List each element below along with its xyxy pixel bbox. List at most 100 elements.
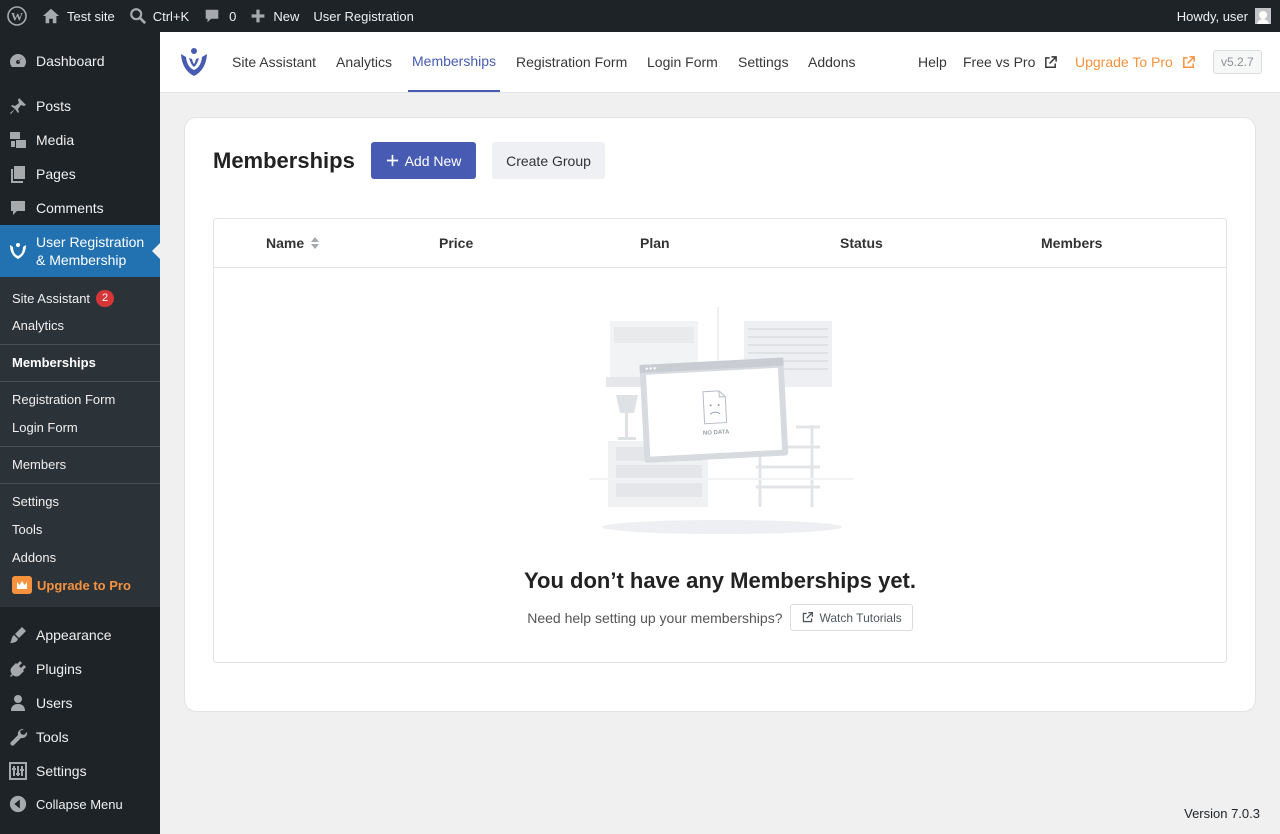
plus-icon xyxy=(252,9,265,23)
free-vs-pro-link[interactable]: Free vs Pro xyxy=(963,32,1058,92)
active-indicator xyxy=(152,243,160,259)
admin-bar: W Test site Ctrl+K 0 New User Registrati… xyxy=(0,0,1280,32)
create-group-button[interactable]: Create Group xyxy=(492,142,605,179)
notification-badge: 2 xyxy=(96,289,115,307)
collapse-menu-button[interactable]: Collapse Menu xyxy=(0,788,160,820)
add-new-label: Add New xyxy=(404,152,462,169)
pin-icon xyxy=(0,96,36,116)
column-header-name[interactable]: Name xyxy=(266,219,320,267)
comments-count: 0 xyxy=(229,8,237,24)
sidebar-item-plugins[interactable]: Plugins xyxy=(0,652,160,686)
memberships-table: Name Price Plan Status Members NO DATA Y… xyxy=(213,218,1227,663)
tab-registration-form[interactable]: Registration Form xyxy=(512,32,631,92)
account-menu[interactable]: Howdy, user xyxy=(1170,0,1280,32)
user-icon xyxy=(0,693,36,713)
search-shortcut[interactable]: Ctrl+K xyxy=(122,0,196,32)
sidebar-item-comments[interactable]: Comments xyxy=(0,191,160,225)
submenu-registration-form[interactable]: Registration Form xyxy=(12,388,115,410)
create-group-label: Create Group xyxy=(506,152,591,169)
sidebar-item-label: Media xyxy=(36,132,75,148)
column-header-status: Status xyxy=(840,219,883,267)
sidebar-item-appearance[interactable]: Appearance xyxy=(0,618,160,652)
column-label: Members xyxy=(1041,235,1103,251)
tab-label: Login Form xyxy=(647,54,718,70)
submenu-divider xyxy=(0,483,160,484)
add-new-button[interactable]: Add New xyxy=(371,142,476,179)
tab-label: Analytics xyxy=(336,54,393,70)
watch-tutorials-button[interactable]: Watch Tutorials xyxy=(789,604,913,631)
site-name: Test site xyxy=(67,8,115,24)
search-icon xyxy=(129,8,146,25)
sidebar-item-media[interactable]: Media xyxy=(0,123,160,157)
column-header-members: Members xyxy=(1041,219,1102,267)
empty-state-help-text: Need help setting up your memberships? xyxy=(527,609,783,626)
tab-settings[interactable]: Settings xyxy=(734,32,793,92)
sidebar-item-user-registration[interactable]: User Registration & Membership xyxy=(0,225,160,277)
ur-logo-icon[interactable] xyxy=(180,46,208,81)
submenu-tools[interactable]: Tools xyxy=(12,518,42,540)
sidebar-item-dashboard[interactable]: Dashboard xyxy=(0,44,160,78)
sidebar-item-label: User Registration & Membership xyxy=(36,234,145,268)
external-link-icon xyxy=(1045,55,1058,68)
free-vs-pro-label: Free vs Pro xyxy=(963,54,1036,70)
submenu-members[interactable]: Members xyxy=(12,453,66,475)
search-shortcut-label: Ctrl+K xyxy=(152,8,190,24)
sidebar-item-label: Settings xyxy=(36,763,87,779)
plug-icon xyxy=(0,659,36,679)
site-link[interactable]: Test site xyxy=(35,0,122,32)
sidebar-item-settings[interactable]: Settings xyxy=(0,754,160,788)
new-content-link[interactable]: New xyxy=(243,0,306,32)
tab-site-assistant[interactable]: Site Assistant xyxy=(228,32,320,92)
sidebar-item-label: Users xyxy=(36,695,73,711)
submenu-settings[interactable]: Settings xyxy=(12,490,59,512)
sidebar-item-users[interactable]: Users xyxy=(0,686,160,720)
help-link[interactable]: Help xyxy=(918,32,947,92)
crown-icon xyxy=(12,576,32,594)
svg-text:W: W xyxy=(11,10,23,24)
column-label: Plan xyxy=(640,235,670,251)
comments-link[interactable]: 0 xyxy=(196,0,243,32)
sidebar-item-pages[interactable]: Pages xyxy=(0,157,160,191)
upgrade-label: Upgrade To Pro xyxy=(1075,54,1173,70)
submenu-label: Settings xyxy=(12,493,59,509)
howdy-text: Howdy, user xyxy=(1176,8,1248,24)
wordpress-logo-icon[interactable]: W xyxy=(0,0,35,32)
avatar xyxy=(1255,8,1271,24)
upgrade-to-pro-link[interactable]: Upgrade To Pro xyxy=(1075,32,1196,92)
wp-version: Version 7.0.3 xyxy=(1184,806,1260,821)
submenu-memberships[interactable]: Memberships xyxy=(12,351,96,373)
submenu-divider xyxy=(0,344,160,345)
tab-label: Site Assistant xyxy=(232,54,317,70)
column-label: Status xyxy=(840,235,883,251)
version-badge: v5.2.7 xyxy=(1213,50,1262,74)
comment-icon xyxy=(0,198,36,218)
tab-label: Addons xyxy=(808,54,856,70)
sidebar-submenu: Site Assistant 2 Analytics Memberships R… xyxy=(0,277,160,607)
tab-login-form[interactable]: Login Form xyxy=(643,32,722,92)
submenu-upgrade-to-pro[interactable]: Upgrade to Pro xyxy=(12,574,131,596)
submenu-site-assistant[interactable]: Site Assistant 2 xyxy=(12,287,115,309)
page-title: Memberships xyxy=(213,148,355,173)
watch-tutorials-label: Watch Tutorials xyxy=(819,610,902,625)
sort-icon[interactable] xyxy=(311,237,320,249)
tab-addons[interactable]: Addons xyxy=(804,32,859,92)
sidebar-item-posts[interactable]: Posts xyxy=(0,89,160,123)
sidebar-item-label: Posts xyxy=(36,98,72,114)
column-header-plan: Plan xyxy=(640,219,670,267)
plus-icon xyxy=(386,154,398,167)
column-label: Name xyxy=(266,235,305,251)
submenu-addons[interactable]: Addons xyxy=(12,546,56,568)
plugin-label: User Registration xyxy=(313,8,414,24)
tab-memberships[interactable]: Memberships xyxy=(408,32,500,92)
submenu-label: Memberships xyxy=(12,354,96,370)
brush-icon xyxy=(0,625,36,645)
plugin-top-nav: Site Assistant Analytics Memberships Reg… xyxy=(160,32,1280,93)
submenu-login-form[interactable]: Login Form xyxy=(12,416,78,438)
submenu-label: Analytics xyxy=(12,317,65,333)
sidebar-item-tools[interactable]: Tools xyxy=(0,720,160,754)
tab-analytics[interactable]: Analytics xyxy=(332,32,396,92)
home-icon xyxy=(42,8,60,24)
column-label: Price xyxy=(439,235,474,251)
submenu-analytics[interactable]: Analytics xyxy=(12,314,64,336)
plugin-link[interactable]: User Registration xyxy=(306,0,420,32)
